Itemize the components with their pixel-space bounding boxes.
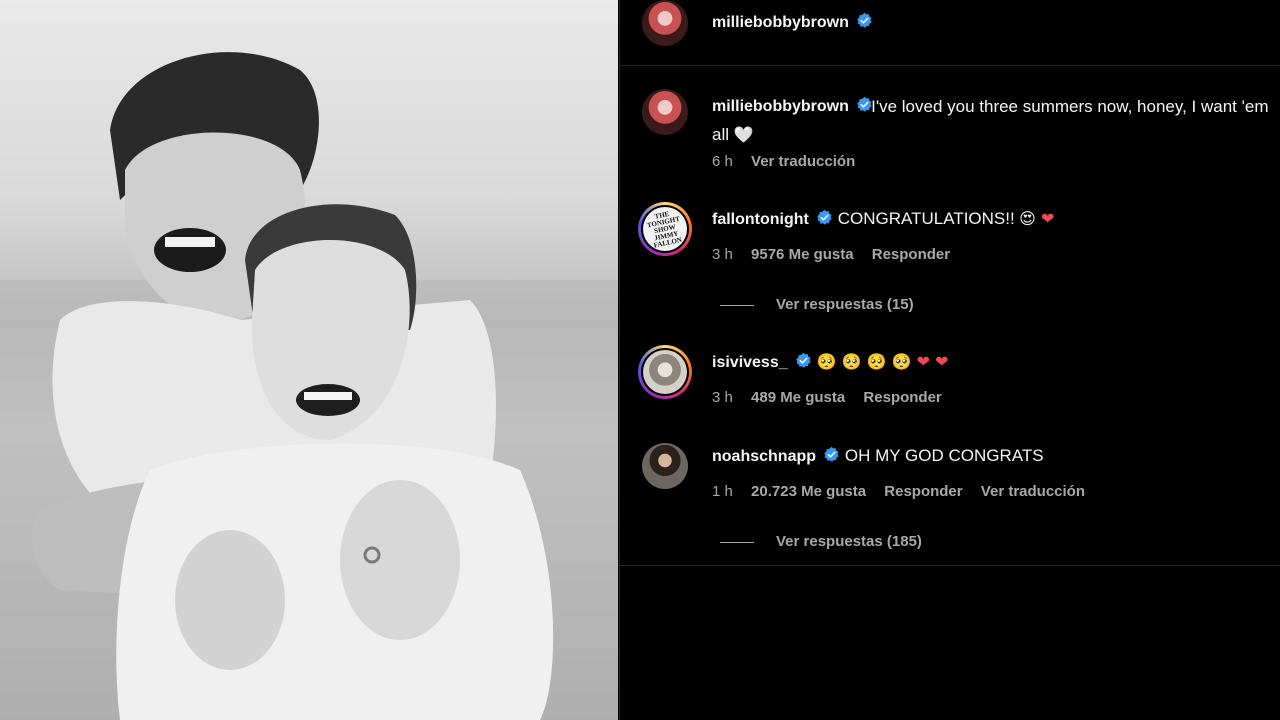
comment-username[interactable]: noahschnapp — [712, 448, 816, 465]
verified-badge-icon — [824, 446, 840, 462]
view-replies-label[interactable]: Ver respuestas (15) — [776, 296, 914, 313]
replies-divider — [720, 304, 754, 306]
comment-text: CONGRATULATIONS!! — [837, 209, 1015, 228]
comment-likes[interactable]: 9576 Me gusta — [751, 246, 854, 263]
comment-meta: 1 h 20.723 Me gusta Responder Ver traduc… — [712, 483, 1099, 500]
caption-avatar[interactable] — [642, 89, 688, 135]
couple-photo-illustration — [0, 52, 618, 720]
view-replies-label[interactable]: Ver respuestas (185) — [776, 533, 922, 550]
reply-button[interactable]: Responder — [884, 483, 962, 500]
noahschnapp-avatar[interactable] — [642, 443, 688, 489]
fallon-avatar-text: THE TONIGHT SHOW JIMMY FALLON — [646, 209, 683, 250]
comments-panel: milliebobbybrown milliebobbybrown millie… — [619, 0, 1280, 720]
comment-text: OH MY GOD CONGRATS — [844, 446, 1044, 465]
header-author[interactable]: milliebobbybrown — [712, 12, 873, 32]
post-header: milliebobbybrown — [620, 0, 1280, 66]
view-replies-button[interactable]: Ver respuestas (15) — [720, 296, 914, 313]
caption-time[interactable]: 6 h — [712, 153, 733, 170]
verified-badge-icon — [857, 12, 872, 28]
reply-button[interactable]: Responder — [863, 389, 941, 406]
verified-badge-icon — [817, 209, 832, 225]
view-replies-button[interactable]: Ver respuestas (185) — [720, 533, 922, 550]
caption-meta: 6 h Ver traducción — [712, 153, 869, 170]
caption-translate-button[interactable]: Ver traducción — [751, 153, 855, 170]
comment-time[interactable]: 1 h — [712, 483, 733, 500]
comment-isivivess: isivivess_ 🥺 🥺 🥺 🥺 ❤ ❤ — [712, 352, 948, 372]
comment-username[interactable]: fallontonight — [712, 211, 809, 228]
white-heart-icon: 🤍 — [733, 125, 754, 144]
comment-emoji: 😍 ❤ — [1019, 209, 1055, 228]
comment-username[interactable]: isivivess_ — [712, 354, 788, 371]
comment-emoji: 🥺 🥺 🥺 🥺 ❤ ❤ — [816, 352, 949, 371]
isivivess-avatar[interactable] — [638, 345, 692, 399]
comment-time[interactable]: 3 h — [712, 389, 733, 406]
comment-likes[interactable]: 489 Me gusta — [751, 389, 845, 406]
comment-likes[interactable]: 20.723 Me gusta — [751, 483, 866, 500]
fallon-avatar[interactable]: THE TONIGHT SHOW JIMMY FALLON — [638, 202, 692, 256]
comment-meta: 3 h 489 Me gusta Responder — [712, 389, 956, 406]
verified-badge-icon — [796, 352, 811, 368]
author-avatar[interactable] — [642, 0, 688, 46]
comment-noahschnapp: noahschnapp OH MY GOD CONGRATS — [712, 446, 1044, 466]
translate-button[interactable]: Ver traducción — [981, 483, 1085, 500]
section-divider — [620, 565, 1280, 566]
comment-time[interactable]: 3 h — [712, 246, 733, 263]
caption-text: I've loved you three summers now, honey,… — [712, 97, 1269, 144]
caption-text-block: milliebobbybrown I've loved you three su… — [712, 93, 1280, 149]
author-username[interactable]: milliebobbybrown — [712, 14, 849, 31]
reply-button[interactable]: Responder — [872, 246, 950, 263]
comment-fallon: fallontonight CONGRATULATIONS!! 😍 ❤ — [712, 209, 1054, 229]
post-photo[interactable] — [0, 0, 618, 720]
comment-meta: 3 h 9576 Me gusta Responder — [712, 246, 964, 263]
replies-divider — [720, 541, 754, 543]
